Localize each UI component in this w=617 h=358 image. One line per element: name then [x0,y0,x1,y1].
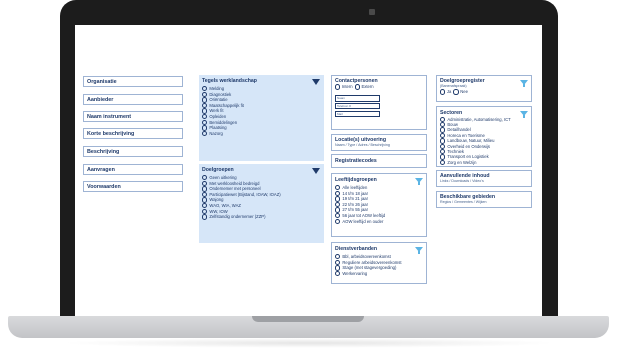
funnel-icon[interactable] [415,178,423,185]
contact-name-field[interactable]: Naam [335,95,380,102]
app-screen: Organisatie Aanbieder Naam instrument Ko… [75,25,542,318]
doelgroepen-option[interactable]: Zelfstandig ondernemer (ZZP) [202,214,321,220]
nav-item-organisatie[interactable]: Organisatie [83,76,183,87]
nee-option[interactable]: Nee [453,89,468,95]
contact-extern-option[interactable]: Extern [354,84,374,90]
doelgroepen-panel: Doelgroepen Geen uitkering Met werkloosh… [199,164,324,243]
dienst-option[interactable]: Werkervaring [335,271,423,277]
triangle-down-icon[interactable] [312,168,320,174]
doelgroepen-title: Doelgroepen [202,167,234,173]
radio-circle-icon [335,265,341,271]
aanvullend-subtitle: Links / Downloads / Video's [440,179,484,183]
radio-circle-icon [440,138,446,144]
sectoren-panel: Sectoren Administratie, Automatisering, … [436,106,532,167]
leeftijd-option[interactable]: AOW leeftijd en ouder [335,219,423,225]
nav-item-korte-beschrijving[interactable]: Korte beschrijving [83,128,183,139]
leeftijd-options: Alle leeftijden 14 t/m 18 jaar 19 t/m 21… [335,185,423,225]
radio-circle-icon [440,89,446,95]
triangle-down-icon[interactable] [312,79,320,85]
radio-circle-icon [354,84,360,90]
tegels-options: Melding Diagnostiek Oriëntatie Maatschap… [202,86,321,137]
funnel-icon[interactable] [520,80,528,87]
leeftijd-title: Leeftijdsgroepen [335,177,377,183]
laptop-shadow [60,338,558,348]
radio-circle-icon [335,218,341,225]
radio-circle-icon [335,270,341,277]
radio-circle-icon [453,89,459,95]
radio-circle-icon [202,186,208,192]
registratie-panel[interactable]: Registratiecodes [331,154,427,168]
ja-option[interactable]: Ja [440,89,451,95]
locatie-subtitle: Naam / Type / Adres / Beschrijving [335,143,390,147]
doelgroepen-options: Geen uitkering Met werkloosheid bedreigd… [202,175,321,220]
registratie-title: Registratiecodes [335,158,377,164]
dienst-panel: Dienstverbanden Bbl, arbeidsovereenkomst… [331,242,427,284]
dienst-title: Dienstverbanden [335,246,378,252]
tegels-option[interactable]: Nazorg [202,131,321,137]
nav-item-voorwaarden[interactable]: Voorwaarden [83,181,183,192]
tegels-panel: Tegels werklandschap Melding Diagnostiek… [199,75,324,161]
gebieden-panel[interactable]: Beschikbare gebieden Regios / Gemeentes … [436,191,532,208]
radio-circle-icon [335,196,341,202]
contact-panel: Contactpersonen Intern Extern Naam Telef… [331,75,427,130]
contact-mail-field[interactable]: Mail [335,110,380,117]
radio-circle-icon [202,125,208,131]
doelgroepregister-options: Ja Nee [440,89,528,95]
nav-item-beschrijving[interactable]: Beschrijving [83,146,183,157]
radio-circle-icon [202,214,208,220]
radio-circle-icon [202,130,208,137]
radio-circle-icon [202,97,208,103]
sectoren-options: Administratie, Automatisering, ICT Bouw … [440,116,528,166]
nav-item-naam-instrument[interactable]: Naam instrument [83,111,183,122]
nav-item-aanvragen[interactable]: Aanvragen [83,164,183,175]
tegels-title: Tegels werklandschap [202,78,257,84]
radio-circle-icon [335,84,341,90]
dienst-options: Bbl, arbeidsovereenkomst Reguliere arbei… [335,254,423,277]
sectoren-title: Sectoren [440,110,463,116]
camera-icon [369,9,375,15]
doelgroepregister-panel: Doelgroepregister (Banenafspraak) Ja Nee [436,75,532,102]
contact-intern-option[interactable]: Intern [335,84,353,90]
sectoren-option[interactable]: Zorg en Welzijn [440,159,528,166]
nav-item-aanbieder[interactable]: Aanbieder [83,94,183,105]
laptop-notch [252,316,364,322]
gebieden-subtitle: Regios / Gemeentes / Wijken [440,200,487,204]
radio-circle-icon [440,159,446,166]
funnel-icon[interactable] [520,111,528,118]
locatie-panel[interactable]: Locatie(s) uitvoering Naam / Type / Adre… [331,134,427,151]
funnel-icon[interactable] [415,247,423,254]
aanvullend-panel[interactable]: Aanvullende inhoud Links / Downloads / V… [436,170,532,187]
leeftijd-panel: Leeftijdsgroepen Alle leeftijden 14 t/m … [331,173,427,237]
contact-phone-field[interactable]: Telefoon # [335,102,380,110]
